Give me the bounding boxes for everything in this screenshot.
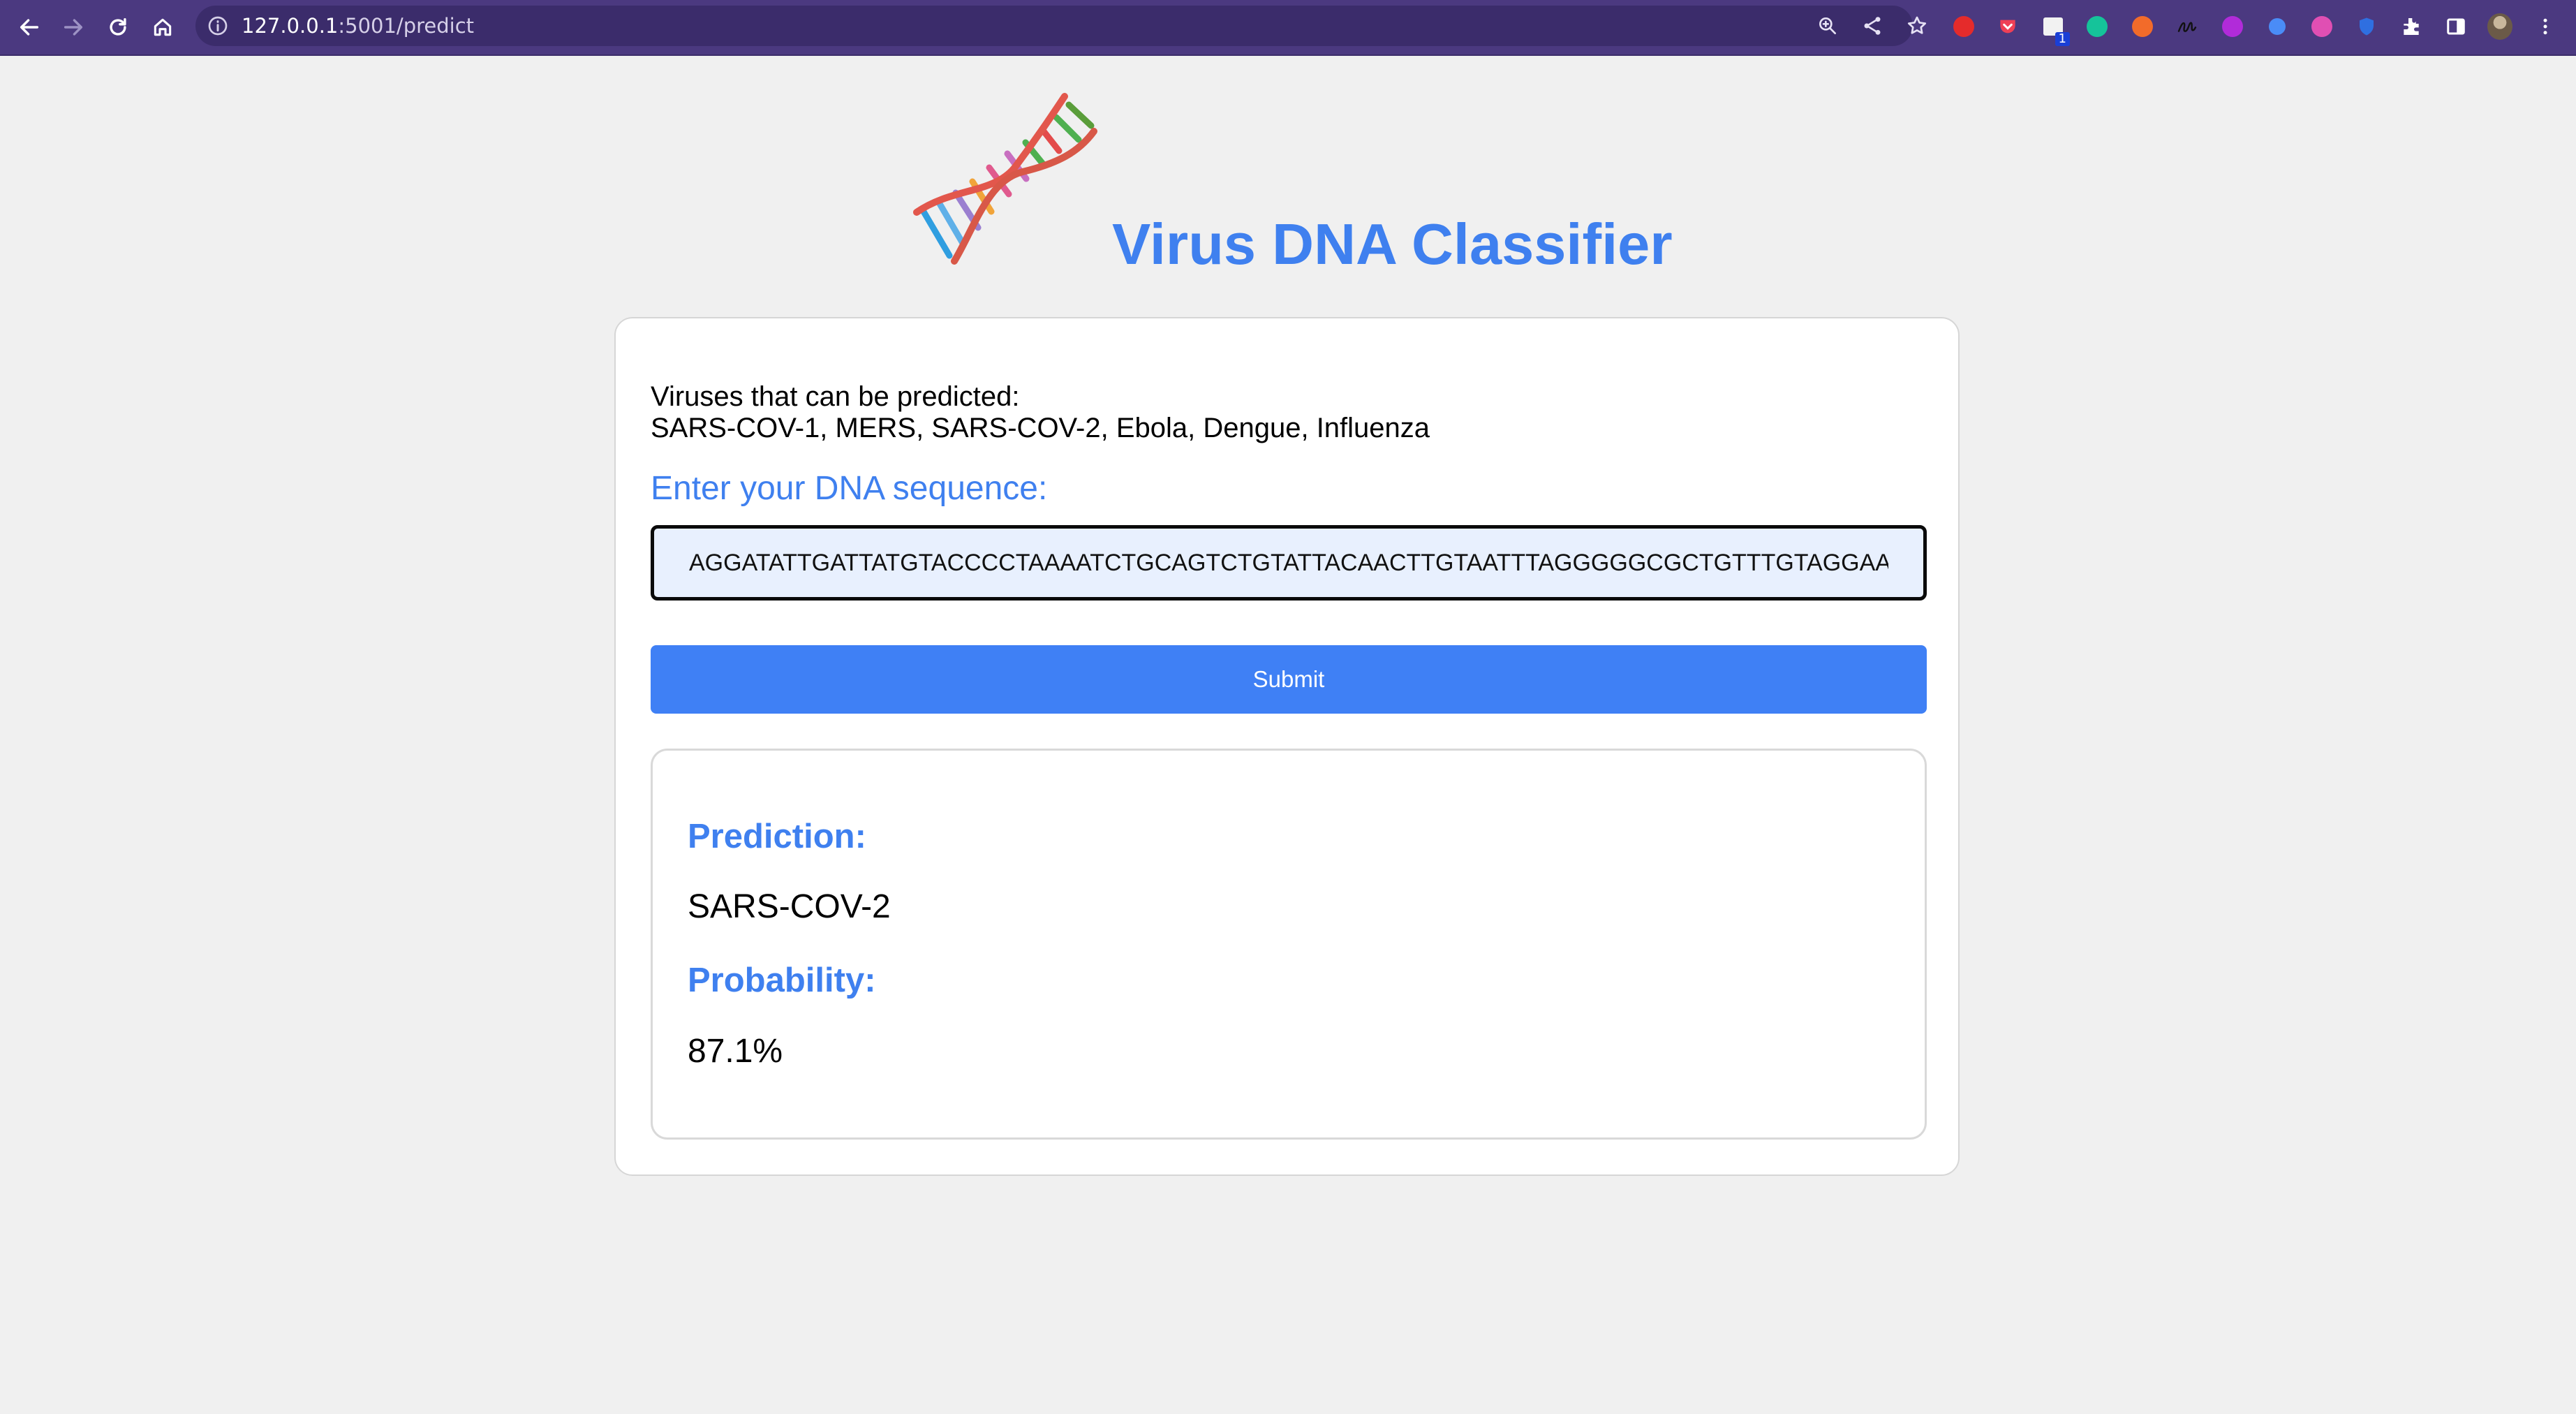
share-icon[interactable] bbox=[1861, 15, 1883, 37]
extension-badge: 1 bbox=[2055, 32, 2070, 46]
ext-red-hand-icon[interactable] bbox=[1951, 14, 1976, 39]
prediction-value: SARS-COV-2 bbox=[688, 888, 891, 925]
dna-sequence-label: Enter your DNA sequence: bbox=[651, 470, 1048, 507]
extensions-puzzle-icon[interactable] bbox=[2399, 14, 2424, 39]
probability-value: 87.1% bbox=[688, 1033, 783, 1070]
reload-icon[interactable] bbox=[101, 10, 135, 45]
back-arrow-icon[interactable] bbox=[12, 10, 47, 45]
browser-menu-icon[interactable] bbox=[2533, 14, 2558, 39]
zoom-icon[interactable] bbox=[1816, 15, 1839, 37]
ext-orange-icon[interactable] bbox=[2130, 14, 2155, 39]
supported-viruses-list: SARS-COV-1, MERS, SARS-COV-2, Ebola, Den… bbox=[651, 413, 1430, 443]
dna-helix-icon bbox=[911, 89, 1106, 271]
side-panel-icon[interactable] bbox=[2443, 14, 2468, 39]
ext-signature-icon[interactable] bbox=[2175, 14, 2200, 39]
profile-avatar[interactable] bbox=[2487, 13, 2512, 40]
prediction-label: Prediction: bbox=[688, 818, 866, 855]
ext-power-icon[interactable] bbox=[2309, 14, 2334, 39]
dna-sequence-input[interactable] bbox=[651, 525, 1927, 601]
site-info-icon[interactable] bbox=[207, 15, 229, 37]
prediction-result-panel: Prediction: SARS-COV-2 Probability: 87.1… bbox=[651, 749, 1927, 1140]
submit-button[interactable]: Submit bbox=[651, 645, 1927, 714]
ext-purple-w-icon[interactable] bbox=[2220, 14, 2245, 39]
address-url[interactable]: 127.0.0.1:5001/predict bbox=[242, 13, 474, 39]
url-path: :5001/predict bbox=[338, 14, 475, 38]
ext-shield-icon[interactable] bbox=[2354, 14, 2379, 39]
url-host: 127.0.0.1 bbox=[242, 14, 339, 38]
pocket-icon[interactable] bbox=[1995, 14, 2020, 39]
browser-toolbar: 127.0.0.1:5001/predict 1 bbox=[0, 0, 2576, 56]
page-title: Virus DNA Classifier bbox=[1112, 212, 1673, 277]
ext-blue-icon[interactable] bbox=[2265, 14, 2290, 39]
classifier-card: Viruses that can be predicted: SARS-COV-… bbox=[614, 317, 1960, 1176]
home-icon[interactable] bbox=[145, 10, 180, 45]
address-bar[interactable]: 127.0.0.1:5001/predict bbox=[195, 6, 1927, 46]
bookmark-star-icon[interactable] bbox=[1906, 15, 1928, 37]
supported-viruses-text: Viruses that can be predicted: SARS-COV-… bbox=[651, 381, 1430, 444]
supported-viruses-heading: Viruses that can be predicted: bbox=[651, 381, 1020, 412]
forward-arrow-icon[interactable] bbox=[56, 10, 91, 45]
grammarly-icon[interactable] bbox=[2085, 14, 2110, 39]
probability-label: Probability: bbox=[688, 962, 876, 999]
ext-notes-icon[interactable]: 1 bbox=[2041, 14, 2070, 46]
